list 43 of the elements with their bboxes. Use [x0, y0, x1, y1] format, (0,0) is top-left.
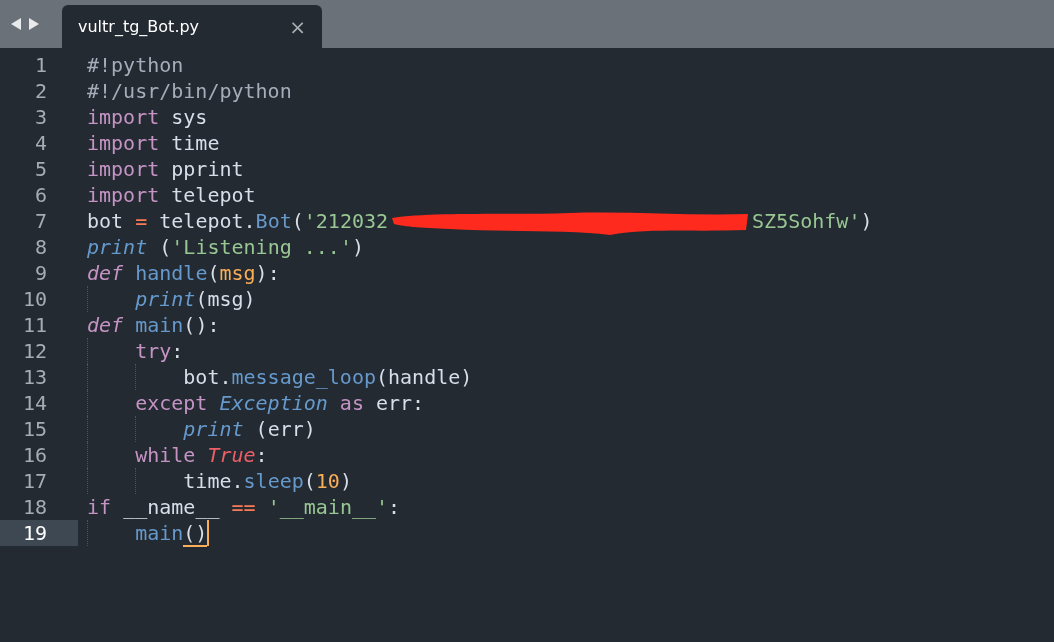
code-line: #!/usr/bin/python — [86, 78, 292, 104]
line-number: 3 — [33, 104, 48, 130]
line-number: 12 — [21, 338, 48, 364]
line-number: 1 — [33, 52, 48, 78]
code-line: print ('Listening ...') — [86, 234, 364, 260]
code-line: if __name__ == '__main__': — [86, 494, 401, 520]
line-number: 2 — [33, 78, 48, 104]
code-line: def main(): — [86, 312, 220, 338]
line-number: 19 — [0, 520, 78, 546]
code-line: import time — [86, 130, 220, 156]
code-line: try: — [78, 338, 184, 364]
close-icon[interactable]: × — [289, 14, 306, 39]
line-number: 7 — [33, 208, 48, 234]
line-number: 16 — [21, 442, 48, 468]
forward-icon[interactable] — [28, 17, 40, 31]
text-cursor — [207, 520, 210, 546]
line-number: 4 — [33, 130, 48, 156]
line-number: 18 — [21, 494, 48, 520]
line-number: 14 — [21, 390, 48, 416]
code-line: import telepot — [86, 182, 256, 208]
line-number: 15 — [21, 416, 48, 442]
line-number: 8 — [33, 234, 48, 260]
code-line: bot.message_loop(handle) — [78, 364, 473, 390]
line-number: 11 — [21, 312, 48, 338]
back-icon[interactable] — [10, 17, 22, 31]
line-number: 10 — [21, 286, 48, 312]
code-line: while True: — [78, 442, 268, 468]
code-line: main() — [78, 520, 210, 546]
file-tab[interactable]: vultr_tg_Bot.py × — [62, 5, 322, 48]
code-line: bot = telepot.Bot('212032 SZ5Sohfw') — [78, 208, 873, 234]
line-number: 17 — [21, 468, 48, 494]
line-number: 9 — [33, 260, 48, 286]
line-number: 6 — [33, 182, 48, 208]
line-number: 13 — [21, 364, 48, 390]
code-line: import pprint — [86, 156, 244, 182]
code-line: time.sleep(10) — [78, 468, 352, 494]
code-line: print(msg) — [78, 286, 256, 312]
code-line: except Exception as err: — [78, 390, 425, 416]
code-line: print (err) — [78, 416, 316, 442]
line-number: 5 — [33, 156, 48, 182]
code-line: #!python — [86, 52, 184, 78]
code-line: def handle(msg): — [86, 260, 280, 286]
code-line: import sys — [86, 104, 208, 130]
